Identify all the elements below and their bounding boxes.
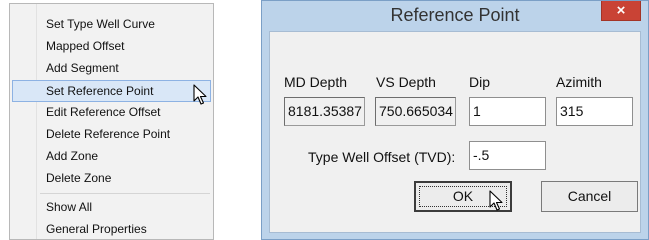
menu-item-set-reference-point[interactable]: Set Reference Point [12,80,211,102]
menu-item-add-zone[interactable]: Add Zone [12,146,211,168]
vs-depth-label: VS Depth [376,74,436,90]
menu-item-delete-zone[interactable]: Delete Zone [12,168,211,190]
md-depth-label: MD Depth [284,74,348,90]
type-well-offset-input[interactable]: -.5 [469,141,546,170]
menu-item-mapped-offset[interactable]: Mapped Offset [12,36,211,58]
menu-item-show-all[interactable]: Show All [12,197,211,219]
reference-point-dialog: Reference Point × MD Depth VS Depth Dip … [261,0,649,240]
menu-item-general-properties[interactable]: General Properties [12,219,211,240]
cancel-button[interactable]: Cancel [541,181,638,212]
dip-label: Dip [469,74,491,90]
azimuth-label: Azimith [556,74,602,90]
close-button[interactable]: × [601,1,641,21]
type-well-offset-label: Type Well Offset (TVD): [308,149,456,165]
azimuth-input[interactable]: 315 [556,97,633,126]
close-icon: × [616,2,626,19]
menu-separator [40,193,210,194]
menu-item-add-segment[interactable]: Add Segment [12,58,211,80]
mouse-pointer-icon [489,190,503,211]
dip-input[interactable]: 1 [469,97,546,126]
screenshot-scene: Set Type Well Curve Mapped Offset Add Se… [0,0,649,240]
md-depth-field: 8181.35387 [284,97,365,126]
menu-item-delete-reference-point[interactable]: Delete Reference Point [12,124,211,146]
cancel-button-label: Cancel [567,188,612,204]
vs-depth-field: 750.665034 [375,97,456,126]
dialog-titlebar[interactable]: Reference Point × [262,1,648,31]
menu-item-edit-reference-offset[interactable]: Edit Reference Offset [12,102,211,124]
dialog-body: MD Depth VS Depth Dip Azimith 8181.35387… [269,31,641,233]
menu-item-set-type-well-curve[interactable]: Set Type Well Curve [12,14,211,36]
context-menu: Set Type Well Curve Mapped Offset Add Se… [9,3,214,240]
dialog-title: Reference Point [390,5,520,25]
mouse-pointer-icon [193,84,207,105]
